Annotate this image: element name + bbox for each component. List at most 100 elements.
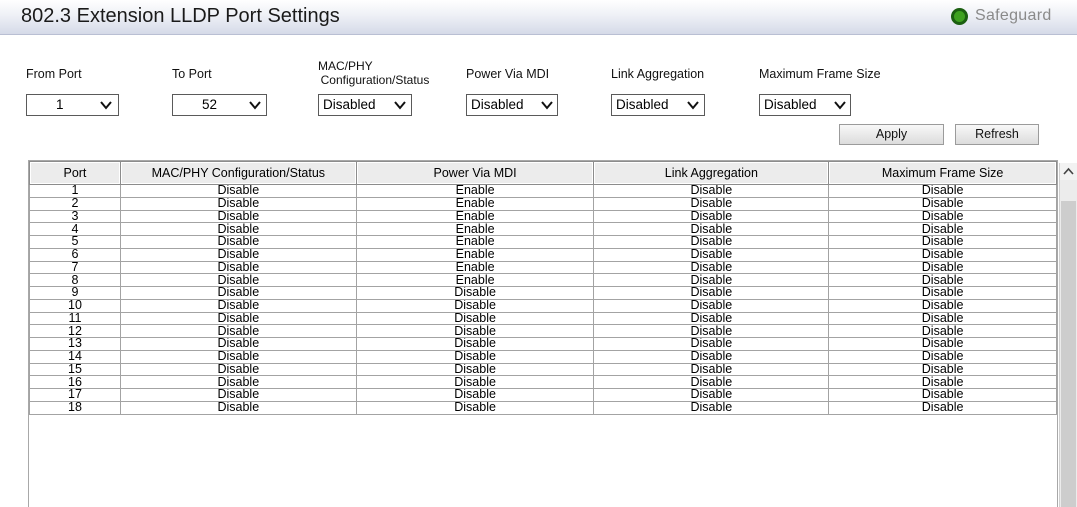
to-port-select[interactable]: 52 bbox=[172, 94, 267, 116]
scroll-thumb[interactable] bbox=[1061, 201, 1076, 507]
table-row: 13 Disable Disable Disable Disable bbox=[29, 337, 1057, 351]
mac-phy-cell: Disable bbox=[119, 184, 357, 198]
table-row: 9 Disable Disable Disable Disable bbox=[29, 286, 1057, 300]
title-bar: 802.3 Extension LLDP Port Settings Safeg… bbox=[0, 0, 1077, 35]
maximum-frame-size-cell: Disable bbox=[828, 400, 1057, 415]
power-via-mdi-label: Power Via MDI bbox=[466, 67, 550, 81]
maximum-frame-size-cell: Disable bbox=[828, 260, 1057, 275]
page-title: 802.3 Extension LLDP Port Settings bbox=[21, 5, 340, 27]
safeguard-label: Safeguard bbox=[975, 7, 1052, 24]
power-via-mdi-cell: Enable bbox=[355, 235, 595, 249]
table-row: 16 Disable Disable Disable Disable bbox=[29, 375, 1057, 389]
link-aggregation-cell: Disable bbox=[593, 222, 830, 236]
port-cell: 7 bbox=[29, 260, 121, 275]
maximum-frame-size-cell: Disable bbox=[828, 196, 1057, 211]
table-row: 10 Disable Disable Disable Disable bbox=[29, 298, 1057, 313]
port-cell: 4 bbox=[29, 222, 121, 236]
column-header-port: Port bbox=[29, 161, 121, 185]
power-via-mdi-cell: Disable bbox=[355, 286, 595, 300]
link-aggregation-select[interactable]: Disabled bbox=[611, 94, 705, 116]
port-cell: 5 bbox=[29, 235, 121, 249]
mac-phy-cell: Disable bbox=[119, 349, 357, 364]
maximum-frame-size-label: Maximum Frame Size bbox=[759, 67, 881, 81]
link-aggregation-cell: Disable bbox=[593, 184, 830, 198]
apply-button[interactable]: Apply bbox=[839, 124, 944, 145]
port-cell: 1 bbox=[29, 184, 121, 198]
maximum-frame-size-cell: Disable bbox=[828, 337, 1057, 351]
from-port-select[interactable]: 1 bbox=[26, 94, 119, 116]
table-row: 11 Disable Disable Disable Disable bbox=[29, 311, 1057, 326]
power-via-mdi-cell: Disable bbox=[355, 349, 595, 364]
refresh-button[interactable]: Refresh bbox=[955, 124, 1039, 145]
from-port-label: From Port bbox=[26, 67, 82, 81]
table-row: 3 Disable Enable Disable Disable bbox=[29, 209, 1057, 224]
table-row: 2 Disable Enable Disable Disable bbox=[29, 196, 1057, 211]
port-cell: 3 bbox=[29, 209, 121, 224]
from-port-value: 1 bbox=[56, 97, 64, 112]
table-row: 15 Disable Disable Disable Disable bbox=[29, 362, 1057, 377]
port-cell: 15 bbox=[29, 362, 121, 377]
link-aggregation-cell: Disable bbox=[593, 273, 830, 287]
link-aggregation-cell: Disable bbox=[593, 337, 830, 351]
maximum-frame-size-cell: Disable bbox=[828, 273, 1057, 287]
mac-phy-cell: Disable bbox=[119, 209, 357, 224]
link-aggregation-cell: Disable bbox=[593, 324, 830, 338]
power-via-mdi-cell: Disable bbox=[355, 388, 595, 402]
maximum-frame-size-cell: Disable bbox=[828, 235, 1057, 249]
maximum-frame-size-cell: Disable bbox=[828, 324, 1057, 338]
maximum-frame-size-cell: Disable bbox=[828, 362, 1057, 377]
to-port-label: To Port bbox=[172, 67, 212, 81]
chevron-down-icon bbox=[394, 101, 406, 110]
scroll-up-arrow-icon bbox=[1063, 167, 1074, 175]
chevron-down-icon bbox=[834, 101, 846, 110]
maximum-frame-size-cell: Disable bbox=[828, 349, 1057, 364]
link-aggregation-cell: Disable bbox=[593, 209, 830, 224]
mac-phy-cell: Disable bbox=[119, 273, 357, 287]
port-cell: 9 bbox=[29, 286, 121, 300]
chevron-down-icon bbox=[687, 101, 699, 110]
mac-phy-cell: Disable bbox=[119, 286, 357, 300]
maximum-frame-size-select[interactable]: Disabled bbox=[759, 94, 851, 116]
link-aggregation-cell: Disable bbox=[593, 388, 830, 402]
scroll-up-button[interactable] bbox=[1060, 163, 1077, 180]
port-cell: 17 bbox=[29, 388, 121, 402]
mac-phy-cell: Disable bbox=[119, 324, 357, 338]
maximum-frame-size-cell: Disable bbox=[828, 184, 1057, 198]
mac-phy-label-line2: Configuration/Status bbox=[320, 73, 430, 87]
port-cell: 10 bbox=[29, 298, 121, 313]
power-via-mdi-cell: Enable bbox=[355, 184, 595, 198]
maximum-frame-size-value: Disabled bbox=[764, 97, 817, 112]
link-aggregation-cell: Disable bbox=[593, 286, 830, 300]
mac-phy-cell: Disable bbox=[119, 388, 357, 402]
maximum-frame-size-cell: Disable bbox=[828, 388, 1057, 402]
power-via-mdi-select[interactable]: Disabled bbox=[466, 94, 558, 116]
column-header-mac-phy: MAC/PHY Configuration/Status bbox=[119, 161, 357, 185]
port-cell: 14 bbox=[29, 349, 121, 364]
to-port-value: 52 bbox=[202, 97, 218, 112]
mac-phy-label-line1: MAC/PHY bbox=[318, 59, 373, 73]
maximum-frame-size-cell: Disable bbox=[828, 298, 1057, 313]
maximum-frame-size-cell: Disable bbox=[828, 311, 1057, 326]
port-cell: 6 bbox=[29, 247, 121, 262]
mac-phy-cell: Disable bbox=[119, 298, 357, 313]
maximum-frame-size-cell: Disable bbox=[828, 222, 1057, 236]
mac-phy-select[interactable]: Disabled bbox=[318, 94, 412, 116]
table-row: 18 Disable Disable Disable Disable bbox=[29, 400, 1057, 415]
table-row: 12 Disable Disable Disable Disable bbox=[29, 324, 1057, 338]
mac-phy-cell: Disable bbox=[119, 196, 357, 211]
link-aggregation-cell: Disable bbox=[593, 235, 830, 249]
power-via-mdi-cell: Disable bbox=[355, 311, 595, 326]
table-body: 1 Disable Enable Disable Disable 2 Disable Enab… bbox=[29, 184, 1057, 415]
link-aggregation-cell: Disable bbox=[593, 298, 830, 313]
power-via-mdi-cell: Disable bbox=[355, 362, 595, 377]
link-aggregation-cell: Disable bbox=[593, 247, 830, 262]
power-via-mdi-cell: Enable bbox=[355, 273, 595, 287]
table-row: 1 Disable Enable Disable Disable bbox=[29, 184, 1057, 198]
port-cell: 8 bbox=[29, 273, 121, 287]
power-via-mdi-cell: Enable bbox=[355, 260, 595, 275]
power-via-mdi-cell: Disable bbox=[355, 324, 595, 338]
mac-phy-cell: Disable bbox=[119, 260, 357, 275]
table-scrollbar[interactable] bbox=[1059, 163, 1077, 507]
port-cell: 16 bbox=[29, 375, 121, 389]
chevron-down-icon bbox=[249, 101, 261, 110]
